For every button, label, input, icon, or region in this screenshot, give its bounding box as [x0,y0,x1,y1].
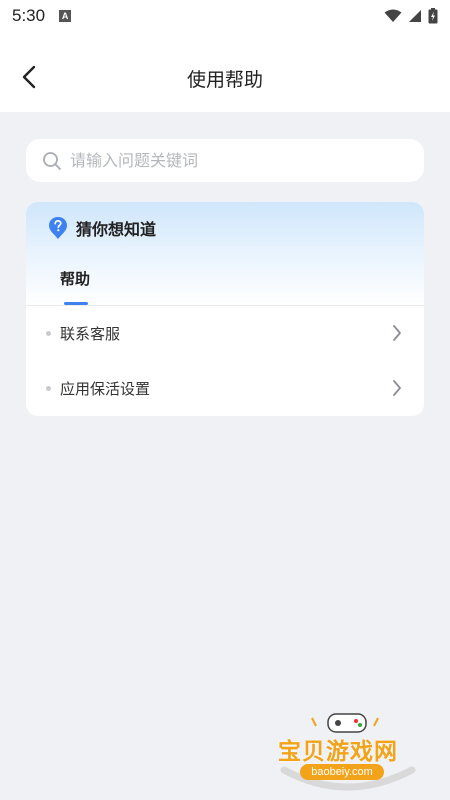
watermark-text: 宝贝游戏网 [278,739,398,765]
status-bar: 5:30 A [0,0,450,32]
list-item-keepalive-settings[interactable]: 应用保活设置 [26,361,424,415]
watermark-logo: 宝贝游戏网 baobeiy.com [272,708,422,794]
list-item-label: 应用保活设置 [60,379,151,398]
back-button[interactable] [14,62,44,92]
tab-active-indicator [64,302,88,305]
watermark-url: baobeiy.com [300,764,384,780]
list-item-label: 联系客服 [60,324,121,343]
page-header: 使用帮助 [0,32,450,112]
signal-icon [409,10,421,22]
notification-a-icon: A [59,10,72,22]
chevron-right-icon [392,324,402,342]
battery-icon [428,8,438,24]
list-item-contact-support[interactable]: 联系客服 [26,306,424,360]
page-title: 使用帮助 [186,68,263,91]
search-input[interactable] [70,151,390,170]
card-title-row: 猜你想知道 [48,216,156,240]
tab-help[interactable]: 帮助 [60,268,90,289]
status-icons [384,8,438,24]
card-header: 猜你想知道 帮助 [26,202,424,306]
status-time: 5:30 [12,6,46,25]
card-title: 猜你想知道 [76,220,157,239]
question-icon [49,217,67,239]
search-icon [43,151,61,170]
bullet-dot [46,385,51,391]
faq-card: 猜你想知道 帮助 联系客服 应用保活设置 [26,202,424,416]
bullet-dot [46,330,51,336]
wifi-icon [384,9,402,22]
search-bar[interactable] [26,139,424,182]
chevron-right-icon [392,379,402,397]
back-arrow-icon [22,65,36,89]
